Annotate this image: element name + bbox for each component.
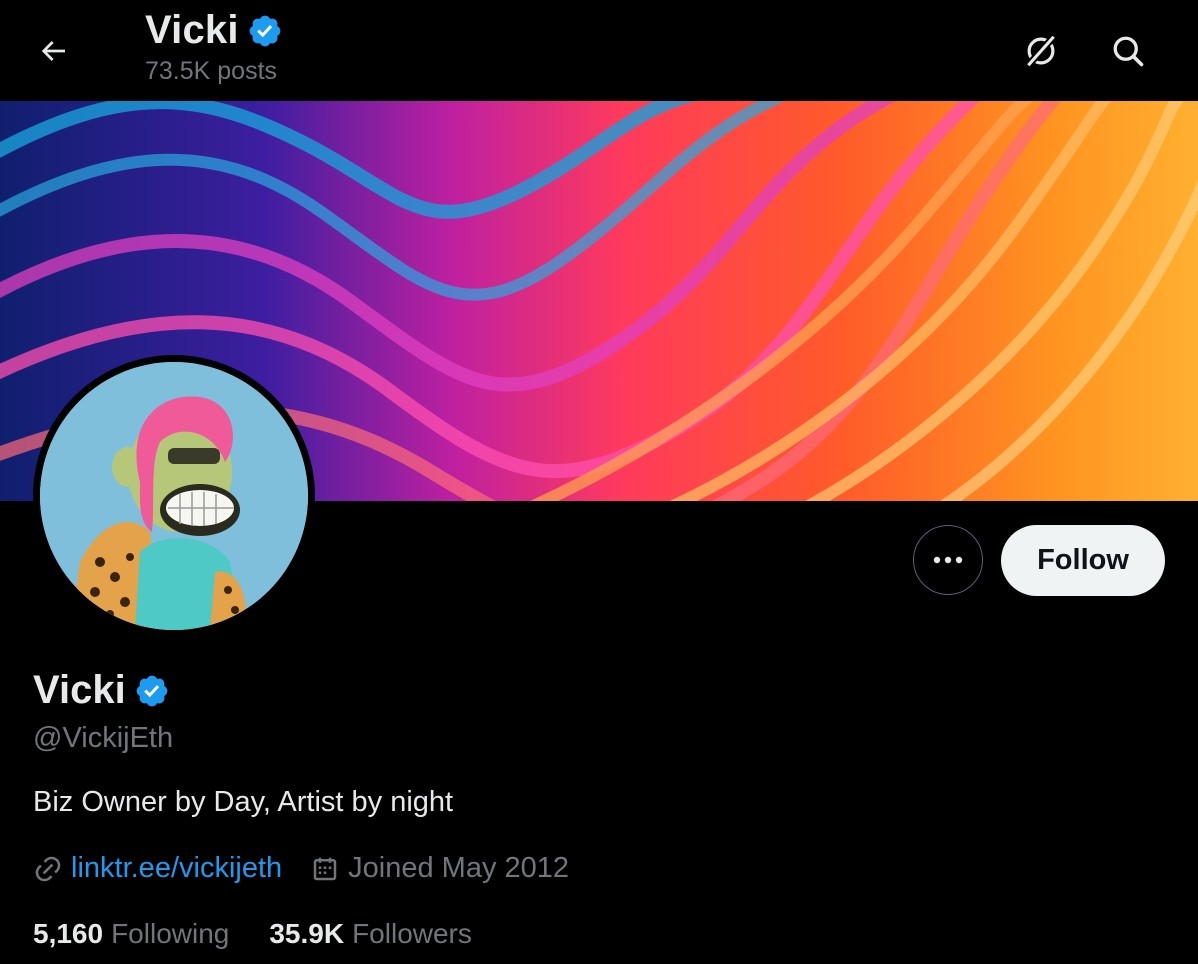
more-icon: [933, 556, 963, 564]
profile-page: Vicki 73.5K posts Follow Vicki @VickijEt…: [0, 0, 1198, 964]
avatar-image: [40, 362, 308, 630]
profile-name-row: Vicki: [33, 668, 170, 713]
profile-handle: @VickijEth: [33, 722, 174, 754]
profile-bio: Biz Owner by Day, Artist by night: [33, 786, 454, 818]
profile-joined-date: Joined May 2012: [348, 852, 570, 884]
search-icon: [1113, 36, 1144, 67]
display-name: Vicki: [33, 668, 126, 712]
profile-stats-row: 5,160 Following 35.9K Followers: [33, 918, 472, 950]
profile-avatar[interactable]: [33, 355, 315, 637]
more-options-button[interactable]: [913, 525, 983, 595]
header-posts-count: 73.5K posts: [145, 57, 278, 85]
arrow-left-icon: [41, 41, 65, 61]
back-button[interactable]: [28, 26, 78, 76]
link-icon: [35, 856, 61, 881]
search-button[interactable]: [1103, 26, 1153, 76]
following-stat[interactable]: 5,160 Following: [33, 918, 229, 950]
ape-avatar-illustration: [40, 362, 308, 630]
followers-stat[interactable]: 35.9K Followers: [269, 918, 472, 950]
top-header: Vicki 73.5K posts: [0, 0, 1198, 101]
profile-joined-item: Joined May 2012: [310, 852, 569, 885]
grok-icon: [1025, 34, 1057, 68]
followers-count: 35.9K: [269, 918, 345, 949]
follow-button[interactable]: Follow: [1001, 525, 1165, 596]
calendar-icon: [313, 857, 337, 880]
header-title-block: Vicki 73.5K posts: [145, 8, 283, 86]
grok-button[interactable]: [1016, 26, 1066, 76]
following-count: 5,160: [33, 918, 104, 949]
verified-badge-icon: [249, 15, 281, 46]
verified-badge-icon[interactable]: [134, 673, 170, 709]
profile-link-item[interactable]: linktr.ee/vickijeth: [33, 852, 282, 885]
header-name: Vicki: [145, 8, 239, 52]
following-label: Following: [111, 918, 230, 949]
profile-meta-row: linktr.ee/vickijeth Joined May 2012: [33, 852, 569, 885]
followers-label: Followers: [352, 918, 472, 949]
profile-link[interactable]: linktr.ee/vickijeth: [71, 852, 282, 885]
